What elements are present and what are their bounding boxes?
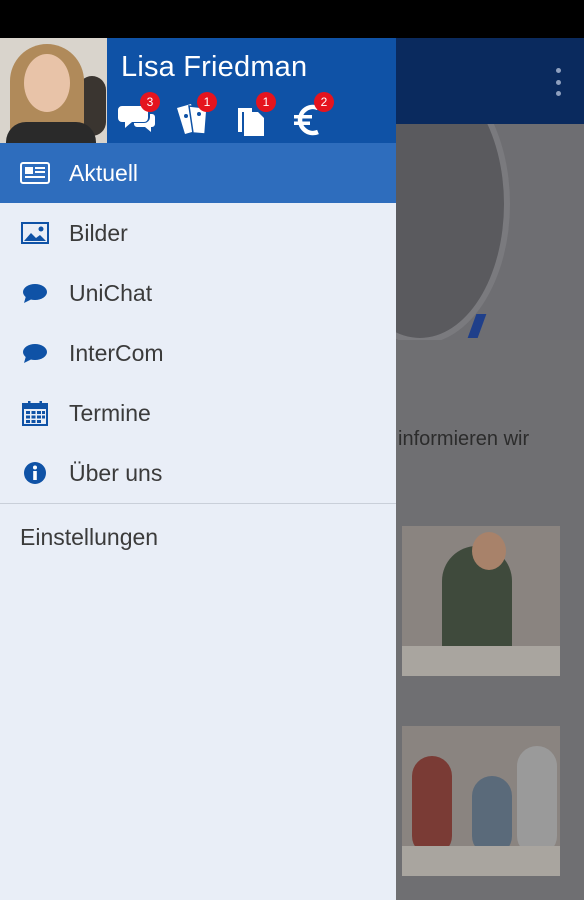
avatar[interactable] xyxy=(0,38,107,143)
menu-item-bilder[interactable]: Bilder xyxy=(0,203,396,263)
calendar-icon xyxy=(20,400,50,426)
badge-count: 1 xyxy=(256,92,276,112)
payments-notifications-button[interactable]: 2 xyxy=(292,92,336,136)
notification-badges: 3 1 1 2 xyxy=(118,92,388,136)
drawer-menu: Aktuell Bilder UniChat InterCom Termine … xyxy=(0,143,396,572)
chat-bubble-icon xyxy=(20,340,50,366)
menu-item-einstellungen[interactable]: Einstellungen xyxy=(0,504,396,572)
badge-count: 2 xyxy=(314,92,334,112)
overflow-menu-icon[interactable] xyxy=(554,68,562,96)
documents-notifications-button[interactable]: 1 xyxy=(234,92,278,136)
user-name: Lisa Friedman xyxy=(121,51,308,83)
info-icon xyxy=(20,460,50,486)
menu-item-ueber-uns[interactable]: Über uns xyxy=(0,443,396,503)
navigation-drawer: Lisa Friedman 3 1 1 2 Aktuell Bilder Uni… xyxy=(0,38,396,900)
menu-item-termine[interactable]: Termine xyxy=(0,383,396,443)
menu-item-label: UniChat xyxy=(69,279,153,306)
background-photo xyxy=(402,526,560,676)
menu-item-label: Aktuell xyxy=(69,159,139,186)
badge-count: 1 xyxy=(197,92,217,112)
news-icon xyxy=(20,160,50,186)
background-photo xyxy=(402,726,560,876)
chat-bubble-icon xyxy=(20,280,50,306)
chat-notifications-button[interactable]: 3 xyxy=(118,92,162,136)
badge-count: 3 xyxy=(140,92,160,112)
status-bar xyxy=(0,0,584,38)
menu-item-aktuell[interactable]: Aktuell xyxy=(0,143,396,203)
menu-item-label: Einstellungen xyxy=(20,524,159,550)
menu-item-intercom[interactable]: InterCom xyxy=(0,323,396,383)
menu-item-label: Bilder xyxy=(69,219,128,246)
menu-item-label: Termine xyxy=(69,399,151,426)
tickets-notifications-button[interactable]: 1 xyxy=(175,92,219,136)
menu-item-label: InterCom xyxy=(69,339,164,366)
background-text: informieren wir xyxy=(398,428,530,450)
menu-item-label: Über uns xyxy=(69,459,163,486)
drawer-header: Lisa Friedman 3 1 1 2 xyxy=(0,38,396,143)
image-icon xyxy=(20,220,50,246)
menu-item-unichat[interactable]: UniChat xyxy=(0,263,396,323)
